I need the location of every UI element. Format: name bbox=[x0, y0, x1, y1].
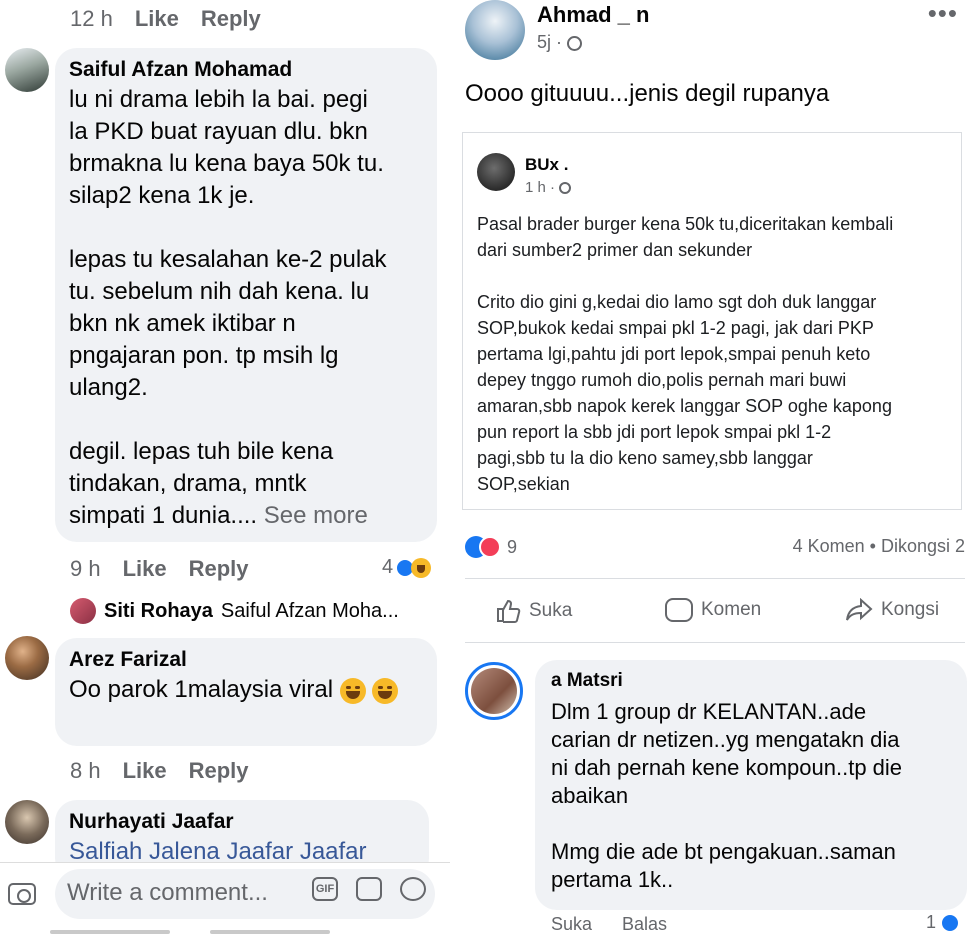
reaction-count[interactable]: 1 bbox=[926, 912, 960, 933]
share-icon bbox=[845, 597, 873, 622]
nav-bar-indicator bbox=[50, 930, 170, 934]
more-options-icon[interactable]: ••• bbox=[928, 0, 958, 29]
page-avatar[interactable] bbox=[465, 0, 525, 60]
comment-bubble: Saiful Afzan Mohamad lu ni drama lebih l… bbox=[55, 48, 437, 542]
comments-shares-count[interactable]: 4 Komen • Dikongsi 2 bbox=[793, 536, 965, 557]
comment-text: Dlm 1 group dr KELANTAN..ade carian dr n… bbox=[551, 699, 903, 892]
emoji-icon[interactable] bbox=[400, 877, 426, 901]
sticker-icon[interactable] bbox=[356, 877, 382, 901]
right-post-screenshot: Ahmad _ n 5j · ••• Oooo gituuuu...jenis … bbox=[455, 0, 974, 944]
reply-link[interactable]: Reply bbox=[201, 6, 261, 32]
like-link[interactable]: Suka bbox=[551, 914, 592, 935]
comment-meta-top: 12 h Like Reply bbox=[70, 6, 261, 32]
like-label: Suka bbox=[529, 600, 573, 621]
commenter-name[interactable]: Nurhayati Jaafar bbox=[69, 810, 415, 834]
thumbs-up-icon bbox=[495, 598, 521, 624]
avatar[interactable] bbox=[465, 662, 523, 720]
shared-time: 1 h · bbox=[525, 179, 572, 196]
divider bbox=[465, 642, 965, 643]
commenter-name[interactable]: Saiful Afzan Mohamad bbox=[69, 58, 423, 82]
laughing-emoji-icon bbox=[372, 677, 399, 704]
comment-actions: Suka Balas bbox=[551, 914, 667, 935]
like-link[interactable]: Like bbox=[123, 758, 167, 784]
avatar[interactable] bbox=[5, 48, 49, 92]
comment-body: lu ni drama lebih la bai. pegi la PKD bu… bbox=[69, 86, 387, 529]
camera-icon[interactable] bbox=[8, 883, 36, 905]
comment-time: 12 h bbox=[70, 6, 113, 31]
shared-author[interactable]: BUx . bbox=[525, 155, 568, 175]
shared-time-text: 1 h · bbox=[525, 179, 556, 196]
share-label: Kongsi bbox=[881, 599, 940, 620]
composer-placeholder: Write a comment... bbox=[67, 879, 268, 906]
haha-reaction-icon bbox=[411, 557, 432, 578]
post-time-text: 5j · bbox=[537, 32, 563, 52]
avatar bbox=[70, 598, 96, 624]
laughing-emoji-icon bbox=[339, 677, 366, 704]
reaction-number: 4 bbox=[382, 556, 394, 578]
comment-meta: 8 h Like Reply bbox=[70, 758, 249, 784]
shared-post[interactable]: BUx . 1 h · Pasal brader burger kena 50k… bbox=[462, 132, 962, 510]
comment-time: 9 h bbox=[70, 556, 101, 581]
like-link[interactable]: Like bbox=[123, 556, 167, 582]
post-time: 5j · bbox=[537, 32, 583, 53]
comment-bubble: a Matsri Dlm 1 group dr KELANTAN..ade ca… bbox=[535, 660, 967, 910]
reply-preview[interactable]: Siti Rohaya Saiful Afzan Moha... bbox=[70, 598, 399, 624]
like-button[interactable]: Suka bbox=[495, 598, 572, 624]
post-text: Oooo gituuuu...jenis degil rupanya bbox=[465, 80, 830, 107]
comment-body: Oo parok 1malaysia viral bbox=[69, 676, 334, 703]
avatar[interactable] bbox=[5, 800, 49, 844]
comment-text: Oo parok 1malaysia viral bbox=[69, 674, 399, 706]
comment-composer: Write a comment... GIF bbox=[0, 862, 450, 926]
reply-link[interactable]: Balas bbox=[622, 914, 667, 935]
commenter-name[interactable]: Arez Farizal bbox=[69, 648, 423, 672]
comment-time: 8 h bbox=[70, 758, 101, 783]
globe-icon bbox=[567, 35, 583, 51]
gif-icon[interactable]: GIF bbox=[312, 877, 338, 901]
reaction-number: 1 bbox=[925, 912, 936, 932]
post-author[interactable]: Ahmad _ n bbox=[537, 2, 649, 28]
comment-button[interactable]: Komen bbox=[665, 598, 761, 622]
shared-text: Pasal brader burger kena 50k tu,dicerita… bbox=[477, 214, 894, 494]
comment-meta: 9 h Like Reply bbox=[70, 556, 249, 582]
love-reaction-icon bbox=[479, 536, 501, 558]
reaction-count[interactable]: 4 bbox=[382, 556, 432, 579]
share-button[interactable]: Kongsi bbox=[845, 597, 940, 622]
nav-bar-indicator bbox=[210, 930, 330, 934]
comment-bubble: Arez Farizal Oo parok 1malaysia viral bbox=[55, 638, 437, 746]
comment-text: lu ni drama lebih la bai. pegi la PKD bu… bbox=[69, 84, 423, 532]
avatar[interactable] bbox=[477, 153, 515, 191]
like-reaction-icon bbox=[940, 912, 960, 933]
reaction-count[interactable]: 9 bbox=[507, 537, 517, 558]
commenter-name[interactable]: a Matsri bbox=[551, 670, 951, 692]
comment-label: Komen bbox=[701, 599, 762, 620]
reply-link[interactable]: Reply bbox=[189, 556, 249, 582]
see-more-link[interactable]: See more bbox=[264, 502, 368, 529]
reply-author: Siti Rohaya bbox=[104, 599, 213, 622]
reply-snippet: Saiful Afzan Moha... bbox=[220, 599, 399, 622]
avatar[interactable] bbox=[5, 636, 49, 680]
left-comments-screenshot: 12 h Like Reply Saiful Afzan Mohamad lu … bbox=[0, 0, 450, 944]
globe-icon bbox=[559, 182, 572, 195]
reply-link[interactable]: Reply bbox=[189, 758, 249, 784]
comment-icon bbox=[665, 598, 693, 622]
like-link[interactable]: Like bbox=[135, 6, 179, 32]
divider bbox=[465, 578, 965, 579]
